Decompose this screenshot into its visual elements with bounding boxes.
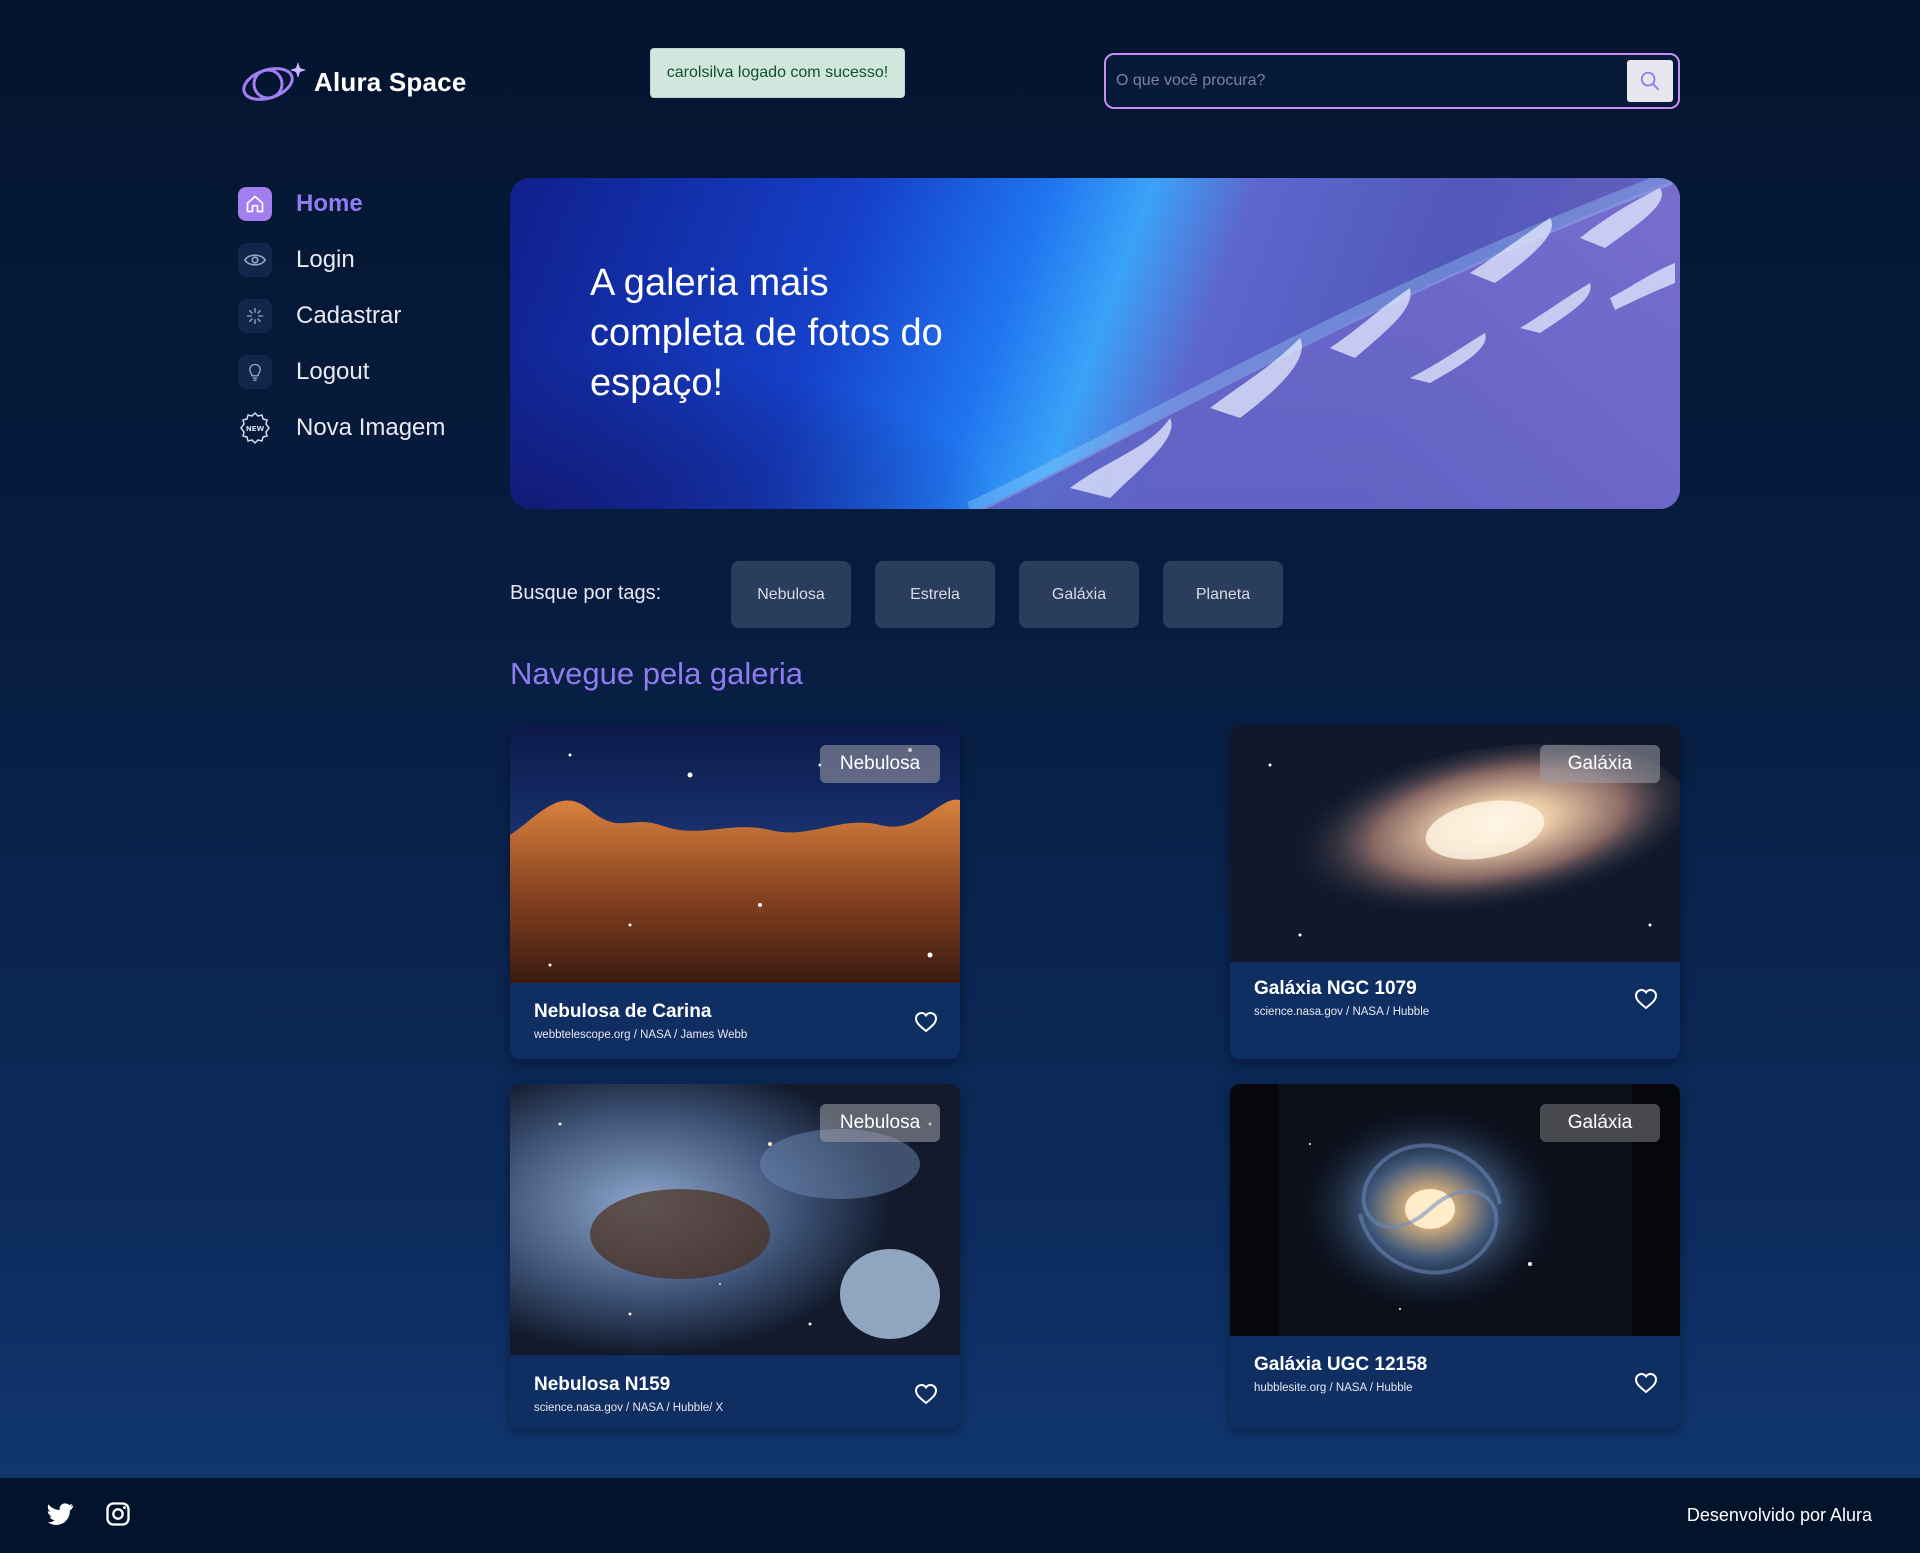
login-success-toast: carolsilva logado com sucesso! — [650, 48, 905, 98]
sidebar-item-home[interactable]: Home — [238, 176, 498, 232]
gallery-title: Navegue pela galeria — [510, 656, 803, 691]
heart-icon — [914, 1011, 938, 1032]
card-tag-badge: Nebulosa — [820, 1104, 940, 1142]
card-image: Nebulosa — [510, 1084, 960, 1355]
search-input[interactable] — [1106, 55, 1627, 107]
search-button[interactable] — [1627, 60, 1673, 102]
lightbulb-icon — [238, 355, 272, 389]
banner-title: A galeria mais completa de fotos do espa… — [590, 262, 943, 404]
sparkle-icon — [238, 299, 272, 333]
card-body: Nebulosa de Carina webbtelescope.org / N… — [510, 983, 960, 1059]
card-title: Nebulosa de Carina — [534, 1001, 712, 1022]
card-image: Galáxia — [1230, 725, 1680, 962]
home-icon — [238, 187, 272, 221]
instagram-icon[interactable] — [104, 1500, 132, 1528]
favorite-button[interactable] — [912, 1009, 940, 1037]
sidebar-item-label: Login — [296, 246, 355, 273]
brand-name: Alura Space — [314, 66, 467, 97]
tag-estrela[interactable]: Estrela — [875, 561, 995, 628]
card-body: Galáxia NGC 1079 science.nasa.gov / NASA… — [1230, 962, 1680, 1059]
new-badge-icon: NEW — [238, 411, 272, 445]
footer-credit: Desenvolvido por Alura — [1686, 1505, 1872, 1525]
card-image: Nebulosa — [510, 725, 960, 983]
sidebar-item-label: Home — [296, 190, 363, 217]
card-body: Galáxia UGC 12158 hubblesite.org / NASA … — [1230, 1336, 1680, 1429]
card-tag-badge: Galáxia — [1540, 1104, 1660, 1142]
card-source: science.nasa.gov / NASA / Hubble/ X — [534, 1402, 724, 1414]
gallery-card[interactable]: Galáxia Galáxia UGC 12158 hubblesite.org… — [1230, 1084, 1680, 1429]
gallery-card[interactable]: Nebulosa Nebulosa N159 science.nasa.gov … — [510, 1084, 960, 1429]
tag-galaxia[interactable]: Galáxia — [1019, 561, 1139, 628]
sidebar-item-label: Nova Imagem — [296, 414, 446, 441]
card-source: science.nasa.gov / NASA / Hubble — [1254, 1006, 1430, 1018]
card-title: Nebulosa N159 — [534, 1374, 671, 1395]
card-title: Galáxia NGC 1079 — [1254, 978, 1417, 999]
sidebar-item-cadastrar[interactable]: Cadastrar — [238, 288, 498, 344]
gallery-card[interactable]: Galáxia Galáxia NGC 1079 science.nasa.go… — [1230, 725, 1680, 1059]
search-icon — [1640, 71, 1660, 91]
heart-icon — [1634, 1372, 1658, 1393]
tags-label: Busque por tags: — [510, 582, 662, 604]
hero-banner: A galeria mais completa de fotos do espa… — [510, 178, 1680, 509]
card-tag-badge: Galáxia — [1540, 745, 1660, 783]
sidebar-item-nova-imagem[interactable]: NEW Nova Imagem — [238, 400, 498, 456]
card-image: Galáxia — [1230, 1084, 1680, 1336]
card-source: webbtelescope.org / NASA / James Webb — [534, 1029, 748, 1041]
footer: Desenvolvido por Alura — [0, 1478, 1920, 1553]
search-bar — [1104, 53, 1680, 109]
favorite-button[interactable] — [1632, 986, 1660, 1014]
card-title: Galáxia UGC 12158 — [1254, 1354, 1428, 1375]
sidebar-nav: Home Login Cadastrar Logout NEW Nova Ima… — [238, 176, 498, 456]
logo[interactable]: Alura Space — [240, 58, 467, 106]
heart-icon — [914, 1383, 938, 1404]
tag-planeta[interactable]: Planeta — [1163, 561, 1283, 628]
gallery-card[interactable]: Nebulosa Nebulosa de Carina webbtelescop… — [510, 725, 960, 1059]
favorite-button[interactable] — [1632, 1370, 1660, 1398]
heart-icon — [1634, 988, 1658, 1009]
tag-nebulosa[interactable]: Nebulosa — [731, 561, 851, 628]
card-source: hubblesite.org / NASA / Hubble — [1254, 1382, 1413, 1394]
planet-logo-icon — [242, 62, 306, 101]
sidebar-item-logout[interactable]: Logout — [238, 344, 498, 400]
card-body: Nebulosa N159 science.nasa.gov / NASA / … — [510, 1355, 960, 1429]
svg-text:NEW: NEW — [246, 425, 265, 433]
sidebar-item-label: Logout — [296, 358, 370, 385]
eye-icon — [238, 243, 272, 277]
favorite-button[interactable] — [912, 1381, 940, 1409]
sidebar-item-login[interactable]: Login — [238, 232, 498, 288]
twitter-icon[interactable] — [47, 1500, 75, 1528]
card-tag-badge: Nebulosa — [820, 745, 940, 783]
sidebar-item-label: Cadastrar — [296, 302, 402, 329]
